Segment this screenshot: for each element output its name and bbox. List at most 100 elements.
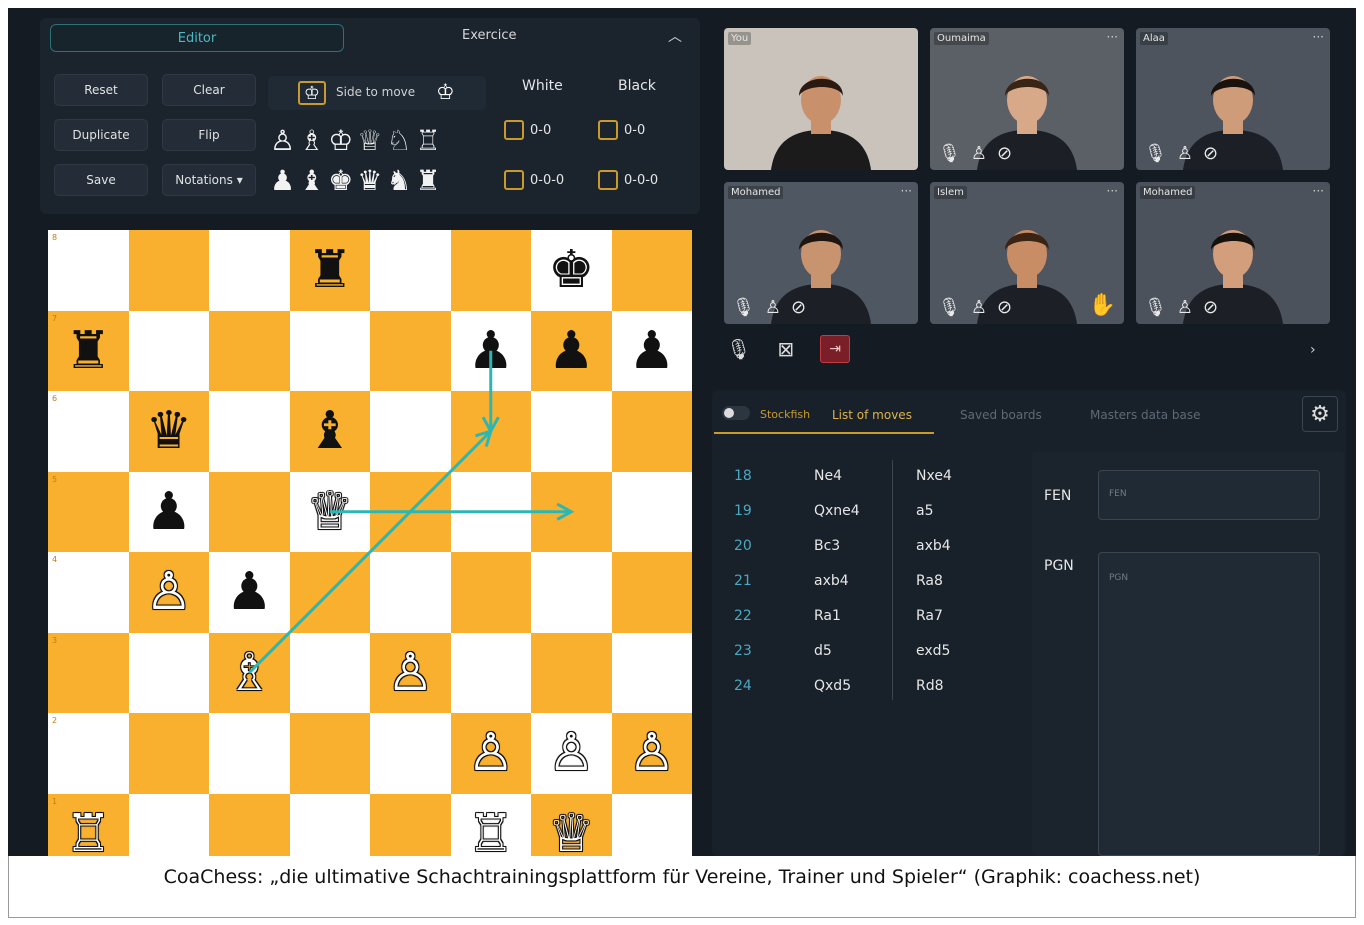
piece-f1[interactable]: ♖ xyxy=(451,794,532,856)
piece-g8[interactable]: ♚ xyxy=(531,230,612,311)
board-square-e2[interactable] xyxy=(370,713,451,794)
black-move[interactable]: a5 xyxy=(916,503,934,519)
checkbox[interactable] xyxy=(598,170,618,190)
white-move[interactable]: Ra1 xyxy=(814,608,841,624)
pawn-icon[interactable]: ♙ xyxy=(1177,297,1193,318)
move-row[interactable]: 18 Ne4 Nxe4 xyxy=(714,468,1014,498)
piece-g2[interactable]: ♙ xyxy=(531,713,612,794)
board-square-d4[interactable] xyxy=(289,552,370,633)
board-square-d2[interactable] xyxy=(289,713,370,794)
camera-off-icon[interactable]: ⊠ xyxy=(777,337,794,361)
pgn-textarea[interactable]: PGN xyxy=(1098,552,1320,856)
checkbox[interactable] xyxy=(504,170,524,190)
pawn-icon[interactable]: ♙ xyxy=(1177,143,1193,164)
block-icon[interactable]: ⊘ xyxy=(997,297,1012,318)
board-square-b3[interactable] xyxy=(128,632,209,713)
board-square-f8[interactable] xyxy=(450,230,531,311)
board-square-e5[interactable] xyxy=(370,471,451,552)
black-move[interactable]: Ra7 xyxy=(916,608,943,624)
black-move[interactable]: axb4 xyxy=(916,538,951,554)
board-square-c8[interactable] xyxy=(209,230,290,311)
black-piece-palette[interactable]: ♟♝♚♛♞♜ xyxy=(270,164,445,197)
participant-video-2[interactable]: Oumaima ··· 🎙 ♙ ⊘ xyxy=(930,28,1124,170)
notations-dropdown[interactable]: Notations ▾ xyxy=(162,164,256,196)
board-square-f3[interactable] xyxy=(450,632,531,713)
tab-stockfish[interactable]: Stockfish xyxy=(760,408,810,421)
board-square-e7[interactable] xyxy=(370,310,451,391)
white-move[interactable]: Qxne4 xyxy=(814,503,860,519)
board-square-g3[interactable] xyxy=(531,632,612,713)
tab-list-of-moves[interactable]: List of moves xyxy=(832,408,912,422)
tab-saved-boards[interactable]: Saved boards xyxy=(960,408,1042,422)
board-square-d7[interactable] xyxy=(289,310,370,391)
mic-icon[interactable]: 🎙 xyxy=(938,143,961,164)
leave-call-icon[interactable]: ⇥ xyxy=(820,335,851,363)
board-square-e1[interactable] xyxy=(370,793,451,856)
board-square-a4[interactable]: 4 xyxy=(48,552,129,633)
mic-icon[interactable]: 🎙 xyxy=(938,297,961,318)
participant-video-1[interactable]: You xyxy=(724,28,918,170)
board-square-a3[interactable]: 3 xyxy=(48,632,129,713)
flip-button[interactable]: Flip xyxy=(162,119,256,151)
more-options-icon[interactable]: ··· xyxy=(1107,184,1118,198)
board-square-b1[interactable] xyxy=(128,793,209,856)
piece-a7[interactable]: ♜ xyxy=(48,311,129,392)
board-square-a8[interactable]: 8 xyxy=(48,230,129,311)
move-row[interactable]: 19 Qxne4 a5 xyxy=(714,503,1014,533)
piece-g1[interactable]: ♕ xyxy=(531,794,612,856)
move-row[interactable]: 20 Bc3 axb4 xyxy=(714,538,1014,568)
checkbox[interactable] xyxy=(504,120,524,140)
piece-b6[interactable]: ♛ xyxy=(129,391,210,472)
mic-icon[interactable]: 🎙 xyxy=(726,337,751,361)
pawn-icon[interactable]: ♙ xyxy=(765,297,781,318)
black-long-castle[interactable]: 0-0-0 xyxy=(598,170,658,190)
participant-video-3[interactable]: Alaa ··· 🎙 ♙ ⊘ xyxy=(1136,28,1330,170)
tab-masters-database[interactable]: Masters data base xyxy=(1090,408,1201,422)
board-square-h4[interactable] xyxy=(611,552,692,633)
piece-e3[interactable]: ♙ xyxy=(370,633,451,714)
mic-icon[interactable]: 🎙 xyxy=(1144,297,1167,318)
white-piece-palette[interactable]: ♙♗♔♕♘♖ xyxy=(270,124,445,157)
board-square-c5[interactable] xyxy=(209,471,290,552)
board-square-b7[interactable] xyxy=(128,310,209,391)
board-square-b8[interactable] xyxy=(128,230,209,311)
move-row[interactable]: 21 axb4 Ra8 xyxy=(714,573,1014,603)
board-square-e4[interactable] xyxy=(370,552,451,633)
clear-button[interactable]: Clear xyxy=(162,74,256,106)
more-options-icon[interactable]: ··· xyxy=(1107,30,1118,44)
white-to-move-toggle[interactable]: ♔ xyxy=(298,81,326,105)
board-square-c2[interactable] xyxy=(209,713,290,794)
board-square-f4[interactable] xyxy=(450,552,531,633)
block-icon[interactable]: ⊘ xyxy=(997,143,1012,164)
board-square-c6[interactable] xyxy=(209,391,290,472)
participant-video-4[interactable]: Mohamed ··· 🎙 ♙ ⊘ xyxy=(724,182,918,324)
stockfish-toggle[interactable] xyxy=(722,406,750,420)
piece-c4[interactable]: ♟ xyxy=(209,552,290,633)
piece-g7[interactable]: ♟ xyxy=(531,311,612,392)
board-square-c7[interactable] xyxy=(209,310,290,391)
board-square-h1[interactable] xyxy=(611,793,692,856)
white-move[interactable]: axb4 xyxy=(814,573,849,589)
board-square-c1[interactable] xyxy=(209,793,290,856)
more-options-icon[interactable]: ··· xyxy=(1313,184,1324,198)
move-row[interactable]: 23 d5 exd5 xyxy=(714,643,1014,673)
piece-f7[interactable]: ♟ xyxy=(451,311,532,392)
piece-d8[interactable]: ♜ xyxy=(290,230,371,311)
more-options-icon[interactable]: ··· xyxy=(1313,30,1324,44)
move-row[interactable]: 24 Qxd5 Rd8 xyxy=(714,678,1014,708)
black-king-icon[interactable]: ♔ xyxy=(436,80,455,104)
tab-editor[interactable]: Editor xyxy=(50,24,344,52)
piece-f2[interactable]: ♙ xyxy=(451,713,532,794)
white-move[interactable]: d5 xyxy=(814,643,832,659)
duplicate-button[interactable]: Duplicate xyxy=(54,119,148,151)
pawn-icon[interactable]: ♙ xyxy=(971,297,987,318)
board-square-b2[interactable] xyxy=(128,713,209,794)
white-short-castle[interactable]: 0-0 xyxy=(504,120,551,140)
white-move[interactable]: Ne4 xyxy=(814,468,842,484)
participant-video-5[interactable]: Islem ··· 🎙 ♙ ⊘ ✋ xyxy=(930,182,1124,324)
board-square-f5[interactable] xyxy=(450,471,531,552)
board-square-d3[interactable] xyxy=(289,632,370,713)
piece-b4[interactable]: ♙ xyxy=(129,552,210,633)
board-square-g4[interactable] xyxy=(531,552,612,633)
black-move[interactable]: Rd8 xyxy=(916,678,944,694)
